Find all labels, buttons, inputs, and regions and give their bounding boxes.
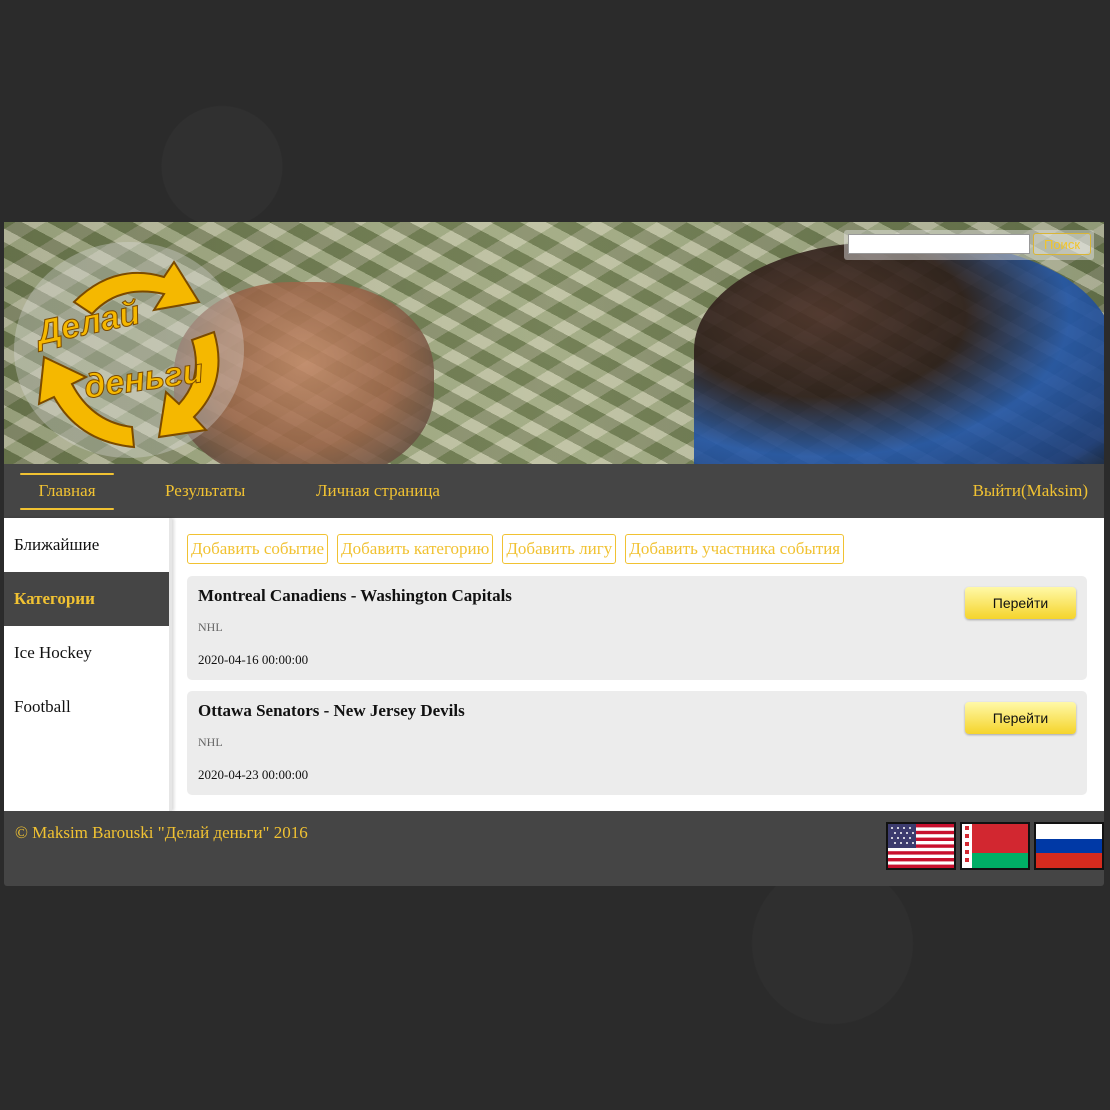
event-title: Ottawa Senators - New Jersey Devils	[198, 701, 465, 720]
go-to-event-button[interactable]: Перейти	[965, 587, 1076, 619]
event-date: 2020-04-23 00:00:00	[198, 767, 309, 782]
belarus-flag-icon[interactable]	[960, 822, 1030, 870]
event-card: Montreal Canadiens - Washington Capitals…	[187, 576, 1087, 680]
search-button[interactable]: Поиск	[1033, 233, 1091, 255]
banner-photo-right	[694, 242, 1104, 464]
footer: © Maksim Barouski "Делай деньги" 2016	[4, 811, 1104, 886]
add-league-button[interactable]: Добавить лигу	[502, 534, 617, 564]
search-input[interactable]	[848, 234, 1030, 254]
search-box: Поиск	[844, 230, 1094, 260]
main-nav: Главная Результаты Личная страница Выйти…	[4, 464, 1104, 518]
russia-flag-icon[interactable]	[1034, 822, 1104, 870]
event-title: Montreal Canadiens - Washington Capitals	[198, 586, 512, 605]
nav-item-results[interactable]: Результаты	[165, 464, 245, 518]
sidebar-item-upcoming[interactable]: Ближайшие	[4, 518, 169, 572]
site-container: Делай деньги Поиск Главная Результаты Ли…	[4, 222, 1104, 886]
add-participant-button[interactable]: Добавить участника события	[625, 534, 845, 564]
go-to-event-button[interactable]: Перейти	[965, 702, 1076, 734]
event-card: Ottawa Senators - New Jersey Devils NHL …	[187, 691, 1087, 795]
copyright-text: © Maksim Barouski "Делай деньги" 2016	[15, 823, 308, 842]
add-event-button[interactable]: Добавить событие	[187, 534, 329, 564]
admin-actions: Добавить событие Добавить категорию Добави…	[187, 534, 853, 564]
event-date: 2020-04-16 00:00:00	[198, 652, 309, 667]
event-league: NHL	[198, 620, 223, 634]
main-area: Ближайшие Категории Ice Hockey Football …	[4, 518, 1104, 811]
add-category-button[interactable]: Добавить категорию	[337, 534, 494, 564]
event-league: NHL	[198, 735, 223, 749]
nav-item-home[interactable]: Главная	[20, 464, 114, 518]
sidebar: Ближайшие Категории Ice Hockey Football	[4, 518, 172, 811]
logout-link[interactable]: Выйти(Maksim)	[973, 464, 1088, 518]
sidebar-item-ice-hockey[interactable]: Ice Hockey	[4, 626, 169, 680]
sidebar-item-football[interactable]: Football	[4, 680, 169, 733]
nav-item-profile[interactable]: Личная страница	[316, 464, 440, 518]
us-flag-icon[interactable]	[886, 822, 956, 870]
header-banner: Делай деньги Поиск	[4, 222, 1104, 464]
site-logo[interactable]: Делай деньги	[14, 242, 244, 458]
language-flags	[886, 822, 1104, 870]
sidebar-item-categories[interactable]: Категории	[4, 572, 169, 626]
